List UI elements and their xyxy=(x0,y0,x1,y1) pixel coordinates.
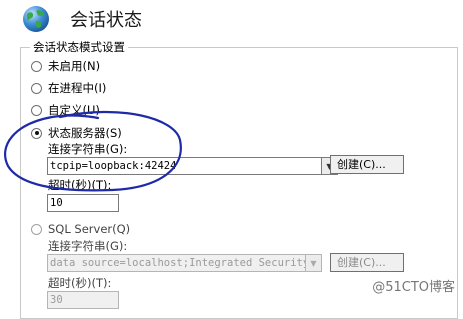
radio-button[interactable] xyxy=(31,223,42,235)
radio-custom[interactable]: 自定义(U) xyxy=(31,102,100,118)
sql-server-connstr-dropdown[interactable]: ▼ xyxy=(306,254,322,272)
radio-sql-server[interactable]: SQL Server(Q) xyxy=(31,222,130,236)
radio-label: 未启用(N) xyxy=(48,59,101,73)
sql-server-connstr-input[interactable]: data source=localhost;Integrated Securit… xyxy=(47,254,306,272)
globe-icon xyxy=(21,4,51,34)
state-server-connstr-input[interactable]: tcpip=loopback:42424 xyxy=(47,157,322,175)
sql-server-create-button[interactable]: 创建(C)... xyxy=(330,253,404,272)
page-title: 会话状态 xyxy=(70,10,142,31)
sql-server-timeout-input[interactable]: 30 xyxy=(47,291,119,309)
sql-server-connstr-label: 连接字符串(G): xyxy=(48,239,128,253)
state-server-create-button[interactable]: 创建(C)... xyxy=(330,155,404,174)
state-server-connstr-label: 连接字符串(G): xyxy=(48,142,128,156)
radio-button[interactable] xyxy=(31,104,42,116)
groupbox-legend: 会话状态模式设置 xyxy=(30,39,128,55)
radio-state-server[interactable]: 状态服务器(S) xyxy=(31,125,122,141)
radio-button[interactable] xyxy=(31,60,42,72)
state-server-timeout-label: 超时(秒)(T): xyxy=(48,178,112,192)
radio-button[interactable] xyxy=(31,127,42,139)
radio-not-enabled[interactable]: 未启用(N) xyxy=(31,58,100,74)
radio-button[interactable] xyxy=(31,82,42,94)
sql-server-timeout-label: 超时(秒)(T): xyxy=(48,276,112,290)
state-server-timeout-input[interactable]: 10 xyxy=(47,194,119,212)
chevron-down-icon: ▼ xyxy=(310,258,317,268)
radio-label: 状态服务器(S) xyxy=(48,126,122,140)
radio-label: 在进程中(I) xyxy=(48,81,107,95)
radio-label: SQL Server(Q) xyxy=(48,222,131,236)
radio-in-process[interactable]: 在进程中(I) xyxy=(31,80,106,96)
radio-label: 自定义(U) xyxy=(48,103,100,117)
watermark: @51CTO博客 xyxy=(372,280,455,295)
